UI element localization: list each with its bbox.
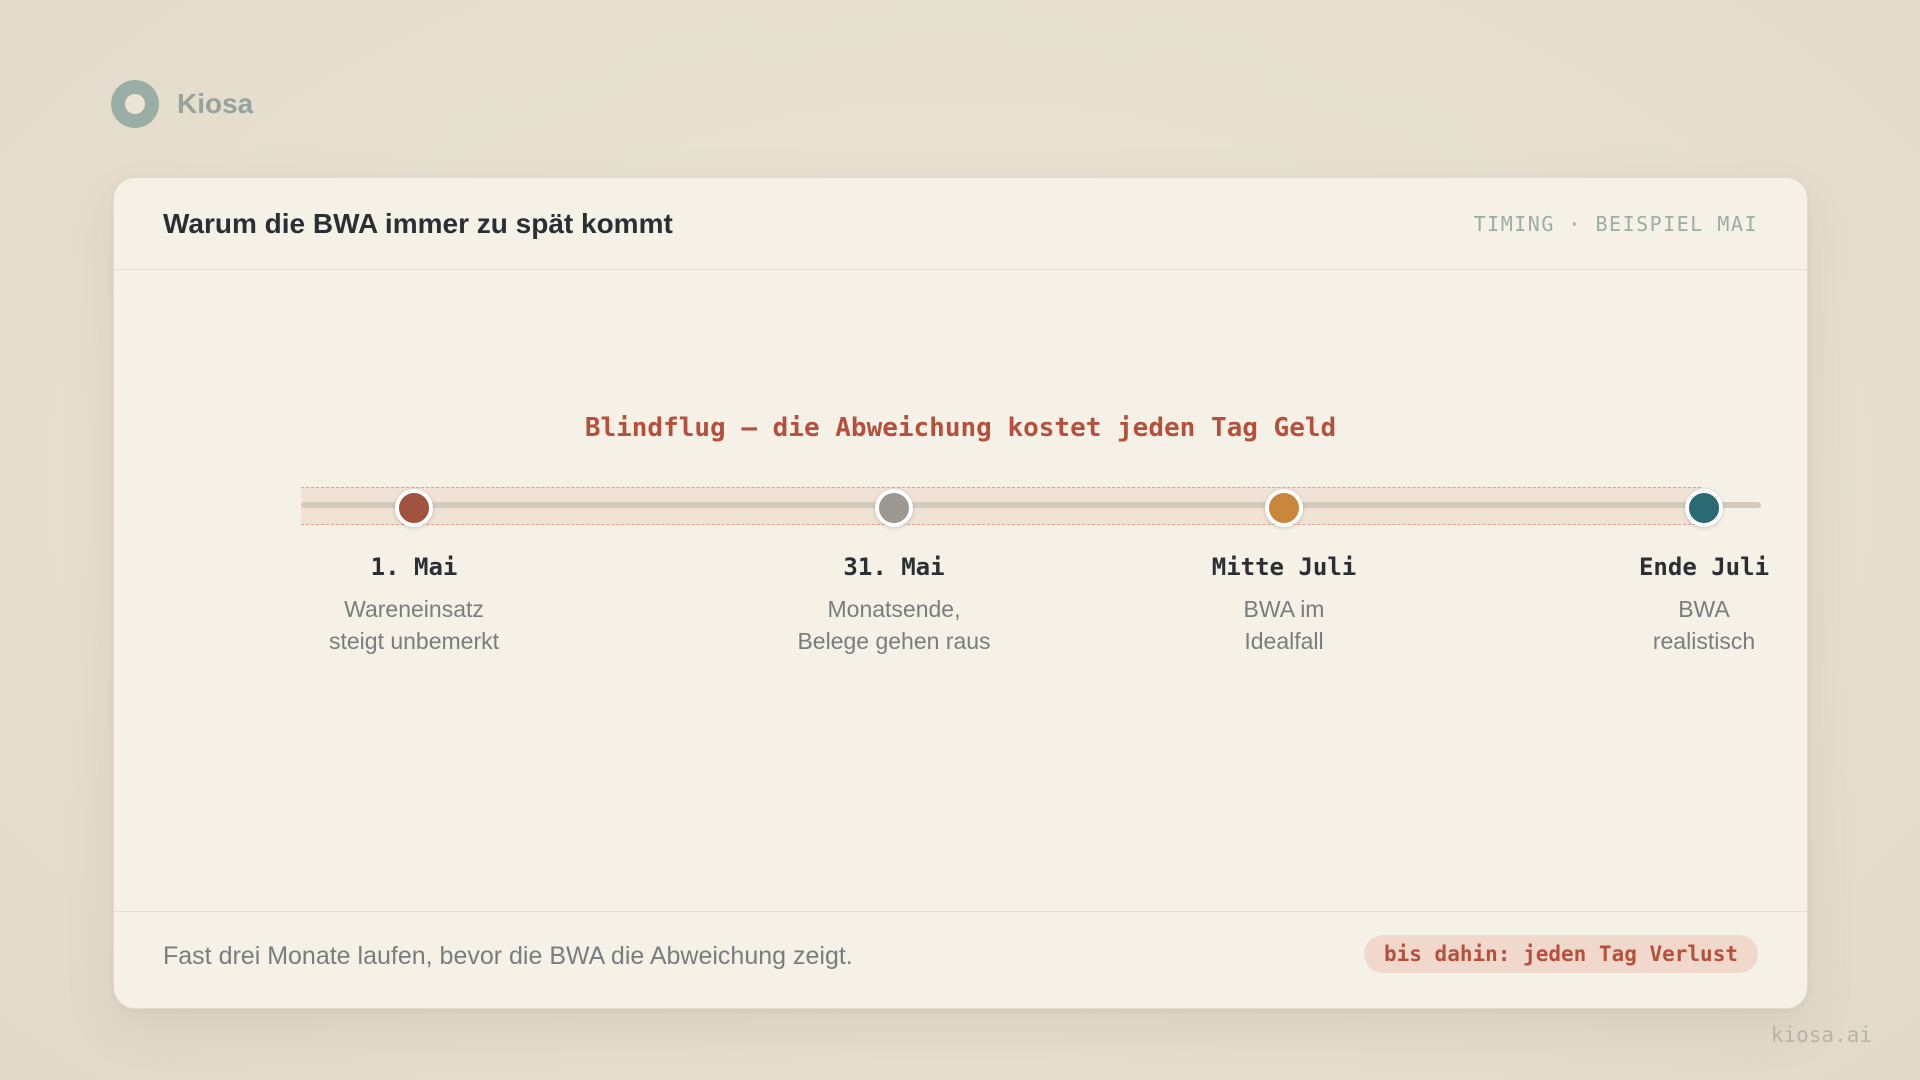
milestone-description-line: Idealfall — [1244, 628, 1324, 654]
brand-name: Kiosa — [177, 88, 254, 119]
milestone-description: Monatsende, Belege gehen raus — [744, 593, 1044, 657]
card-title: Warum die BWA immer zu spät kommt — [163, 208, 673, 239]
footer-summary: Fast drei Monate laufen, bevor die BWA d… — [163, 942, 853, 970]
blindflug-banner: Blindflug — die Abweichung kostet jeden … — [584, 413, 1337, 443]
watermark: kiosa.ai — [1770, 1023, 1872, 1047]
milestone-description-line: Monatsende, — [827, 596, 961, 622]
card-header: Warum die BWA immer zu spät kommt TIMING… — [114, 178, 1807, 270]
milestone-label: Mitte Juli — [1211, 553, 1357, 581]
milestone-dot — [875, 489, 913, 527]
milestone-description: Wareneinsatz steigt unbemerkt — [264, 593, 564, 657]
brand: Kiosa — [111, 80, 253, 128]
milestone-dot — [1265, 489, 1303, 527]
milestone-description-line: BWA — [1678, 596, 1730, 622]
milestone-description: BWA realistisch — [1554, 593, 1807, 657]
milestone-description-line: BWA im — [1243, 596, 1325, 622]
loss-badge: bis dahin: jeden Tag Verlust — [1363, 935, 1758, 973]
card-footer: Fast drei Monate laufen, bevor die BWA d… — [114, 911, 1807, 1008]
milestone-description-line: steigt unbemerkt — [328, 628, 500, 654]
page: Kiosa Warum die BWA immer zu spät kommt … — [0, 0, 1920, 1080]
timing-card: Warum die BWA immer zu spät kommt TIMING… — [113, 177, 1808, 1009]
milestone-label: 1. Mai — [370, 553, 458, 581]
milestone-dot — [395, 489, 433, 527]
milestone-label: Ende Juli — [1638, 553, 1770, 581]
kiosa-logo-icon — [111, 80, 159, 128]
milestone-label: 31. Mai — [843, 553, 945, 581]
card-tag: TIMING · BEISPIEL MAI — [1473, 212, 1758, 236]
milestone-dot — [1685, 489, 1723, 527]
milestone-description-line: Belege gehen raus — [797, 628, 991, 654]
timeline-track — [301, 502, 1761, 508]
milestone-description: BWA im Idealfall — [1134, 593, 1434, 657]
milestone-description-line: Wareneinsatz — [344, 596, 484, 622]
milestone-description-line: realistisch — [1652, 628, 1756, 654]
